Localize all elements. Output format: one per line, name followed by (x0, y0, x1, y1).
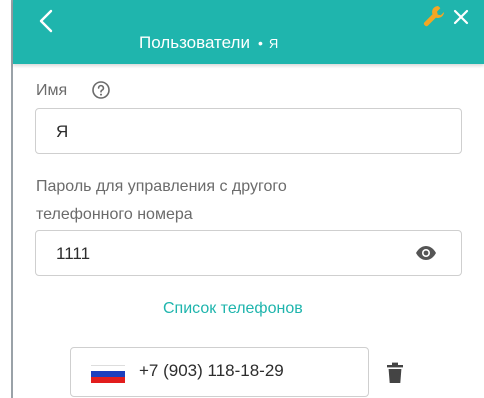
name-label: Имя (36, 82, 68, 99)
header-title: Пользователи • Я (139, 32, 278, 55)
password-label-line1: Пароль для управления с другого (36, 178, 287, 195)
user-settings-panel: Пользователи • Я Имя Я Пароль для управлен… (13, 0, 484, 398)
phone-field[interactable]: +7 (903) 118-18-29 (70, 347, 369, 397)
help-icon[interactable] (91, 80, 111, 100)
russia-flag-icon (91, 365, 125, 383)
header-separator: • (257, 35, 263, 51)
name-field[interactable]: Я (35, 108, 462, 154)
close-icon (453, 9, 469, 25)
phones-list-title: Список телефонов (163, 300, 303, 317)
header-bar: Пользователи • Я (13, 0, 484, 64)
password-label-line2: телефонного номера (36, 206, 193, 223)
header-title-text: Пользователи (139, 33, 250, 52)
settings-button[interactable] (420, 2, 448, 30)
header-subtitle: Я (268, 36, 279, 51)
back-button[interactable] (35, 4, 57, 38)
password-field[interactable]: 1111 (35, 230, 462, 276)
close-button[interactable] (450, 6, 472, 28)
wrench-icon (423, 6, 444, 27)
eye-icon[interactable] (415, 245, 437, 261)
trash-icon[interactable] (387, 362, 403, 384)
name-field-value: Я (56, 122, 69, 141)
phone-number: +7 (903) 118-18-29 (139, 361, 284, 380)
chevron-left-icon (39, 9, 53, 33)
password-field-value: 1111 (56, 244, 91, 263)
